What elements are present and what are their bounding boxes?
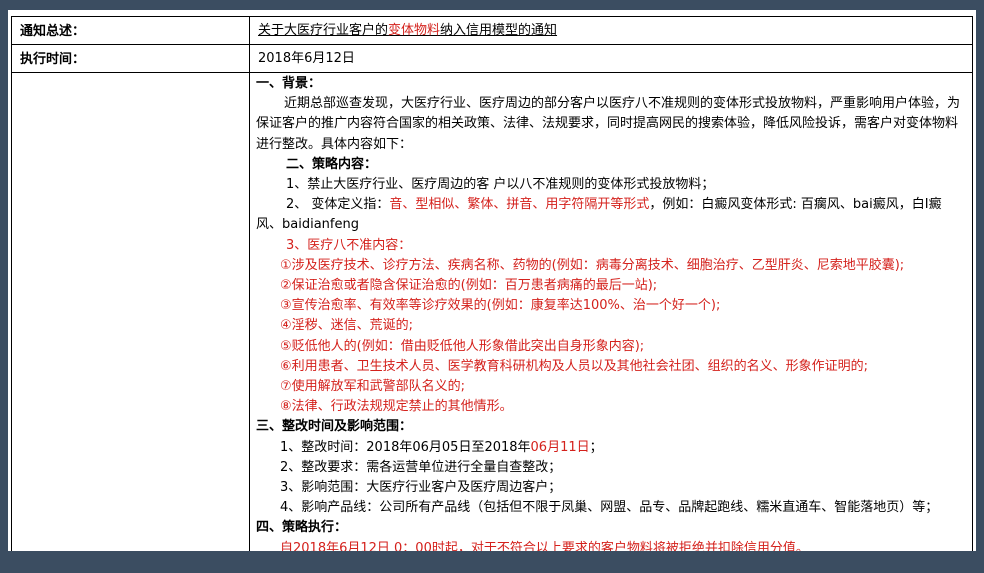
window-top-border — [0, 0, 984, 10]
window-bottom-border — [0, 551, 984, 573]
section-1-title: 一、背景： — [256, 76, 322, 91]
document-sheet: 通知总述： 关于大医疗行业客户的变体物料纳入信用模型的通知 执行时间： 2018… — [8, 10, 976, 551]
notice-label: 通知总述： — [11, 16, 250, 45]
section-2-title: 二、策略内容： — [286, 156, 378, 172]
rule-item-3: ③宣传治愈率、有效率等诊疗效果的(例如：康复率达100%、治一个好一个); — [280, 298, 721, 314]
section-3-item-2: 2、整改要求：需各运营单位进行全量自查整改； — [280, 459, 562, 475]
rule-item-5: ⑤贬低他人的(例如：借由贬低他人形象借此突出自身形象内容); — [280, 338, 645, 354]
rule-item-7: ⑦使用解放军和武警部队名义的; — [280, 379, 466, 395]
section-3-item-1: 1、整改时间：2018年06月05日至2018年06月11日； — [280, 439, 603, 455]
window-left-border — [0, 10, 8, 563]
section-2-item-1: 1、禁止大医疗行业、医疗周边的客 户以八不准规则的变体形式投放物料； — [286, 177, 715, 193]
notice-value: 关于大医疗行业客户的变体物料纳入信用模型的通知 — [249, 16, 973, 45]
section-2-item-2: 2、 变体定义指：音、型相似、繁体、拼音、用字符隔开等形式，例如：白癜风变体形式… — [256, 197, 942, 233]
table-row: 一、背景： 近期总部巡查发现，大医疗行业、医疗周边的部分客户以医疗八不准规则的变… — [11, 72, 973, 551]
section-1-text: 近期总部巡查发现，大医疗行业、医疗周边的部分客户以医疗八不准规则的变体形式投放物… — [256, 96, 961, 152]
section-4-title: 四、策略执行： — [256, 520, 348, 536]
rule-item-1: ①涉及医疗技术、诊疗方法、疾病名称、药物的(例如：病毒分离技术、细胞治疗、乙型肝… — [280, 257, 905, 273]
time-label: 执行时间： — [11, 44, 250, 73]
section-3-title: 三、整改时间及影响范围： — [256, 419, 413, 435]
rule-item-4: ④淫秽、迷信、荒诞的; — [280, 318, 414, 334]
section-3-item-3: 3、影响范围：大医疗行业客户及医疗周边客户； — [280, 480, 562, 496]
content-cell: 一、背景： 近期总部巡查发现，大医疗行业、医疗周边的部分客户以医疗八不准规则的变… — [249, 72, 973, 551]
window-right-border — [976, 10, 984, 563]
rule-item-2: ②保证治愈或者隐含保证治愈的(例如：百万患者病痛的最后一站); — [280, 278, 658, 294]
rule-item-6: ⑥利用患者、卫生技术人员、医学教育科研机构及人员以及其他社会社团、组织的名义、形… — [280, 358, 869, 374]
rule-item-8: ⑧法律、行政法规规定禁止的其他情形。 — [280, 399, 513, 415]
section-4-text: 自2018年6月12日 0：00时起，对于不符合以上要求的客户物料将被拒绝并扣除… — [280, 540, 809, 551]
section-2-item-3: 3、医疗八不准内容： — [286, 237, 412, 253]
section-3-item-4: 4、影响产品线：公司所有产品线（包括但不限于凤巢、网盟、品专、品牌起跑线、糯米直… — [280, 500, 939, 516]
time-value: 2018年6月12日 — [249, 44, 973, 73]
empty-label-cell — [11, 72, 250, 551]
notice-table: 通知总述： 关于大医疗行业客户的变体物料纳入信用模型的通知 执行时间： 2018… — [11, 16, 973, 551]
table-row: 通知总述： 关于大医疗行业客户的变体物料纳入信用模型的通知 — [11, 16, 973, 45]
table-row: 执行时间： 2018年6月12日 — [11, 44, 973, 73]
